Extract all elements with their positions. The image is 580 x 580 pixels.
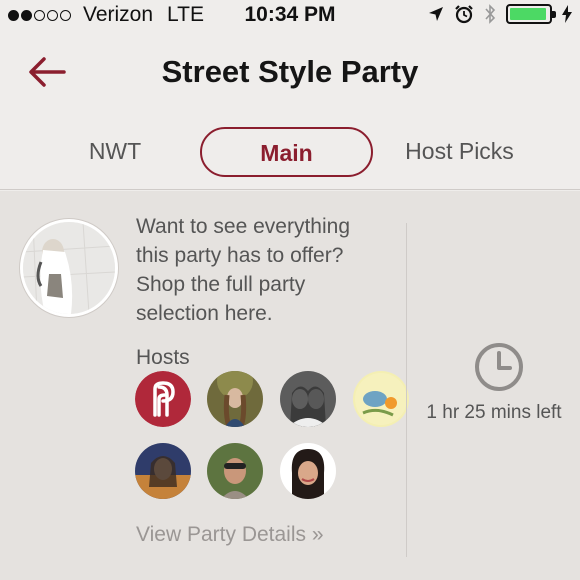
battery-icon (506, 4, 556, 24)
vertical-divider (406, 223, 407, 557)
party-tabs: NWT Main Host Picks (0, 114, 580, 190)
host-avatar-6[interactable] (207, 443, 263, 499)
host-avatar-7[interactable] (280, 443, 336, 499)
tab-main[interactable]: Main (200, 127, 373, 177)
host-photo-3 (280, 371, 336, 427)
clock-icon (475, 343, 523, 391)
signal-strength-icon (8, 9, 71, 21)
carrier-name: Verizon (83, 3, 154, 26)
view-party-details-link[interactable]: View Party Details » (136, 523, 324, 547)
host-avatar-3[interactable] (280, 371, 336, 427)
location-arrow-icon (429, 7, 443, 21)
host-photo-5 (135, 443, 191, 499)
host-photo-6 (207, 443, 263, 499)
charging-bolt-icon (562, 5, 572, 23)
host-avatar-2[interactable] (207, 371, 263, 427)
tab-host-picks[interactable]: Host Picks (382, 127, 537, 177)
party-cover-photo (23, 222, 115, 314)
network-type: LTE (167, 3, 205, 26)
alarm-clock-icon (455, 5, 473, 24)
nav-header: Street Style Party (0, 32, 580, 114)
party-cover-image[interactable] (20, 219, 118, 317)
party-info-panel: Want to see everything this party has to… (0, 191, 580, 580)
host-illustration-4 (353, 371, 409, 427)
party-description[interactable]: Want to see everything this party has to… (136, 212, 386, 328)
host-avatar-5[interactable] (135, 443, 191, 499)
host-avatar-4[interactable] (353, 371, 409, 427)
hosts-label: Hosts (136, 346, 190, 369)
tab-nwt[interactable]: NWT (60, 127, 170, 177)
status-left: Verizon LTE (8, 3, 204, 27)
host-photo-2 (207, 371, 263, 427)
status-right (428, 4, 572, 24)
status-bar: Verizon LTE 10:34 PM (0, 0, 580, 32)
poshmark-logo-icon (135, 371, 191, 427)
battery-fill (510, 8, 547, 20)
host-photo-7 (280, 443, 336, 499)
page-title: Street Style Party (161, 54, 419, 89)
host-avatar-1[interactable] (135, 371, 191, 427)
time-left-label: 1 hr 25 mins left (426, 402, 562, 423)
bluetooth-icon (485, 4, 496, 24)
